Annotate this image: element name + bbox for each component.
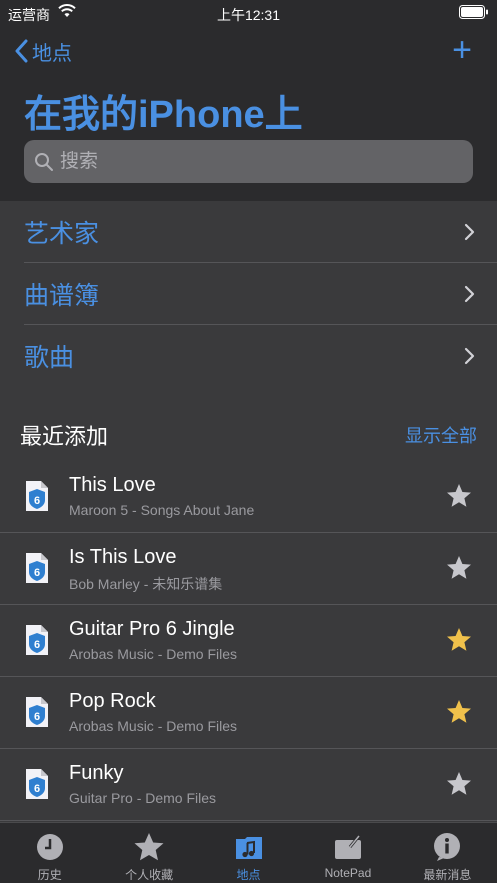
tab-label: 地点 <box>236 868 261 882</box>
search-icon <box>35 152 53 171</box>
chevron-right-icon <box>464 347 475 365</box>
page-title: 在我的iPhone上 <box>24 94 303 136</box>
song-row[interactable]: 6 Is This Love Bob Marley - 未知乐谱集 <box>0 533 497 605</box>
battery-icon <box>459 5 489 22</box>
chevron-right-icon <box>464 223 475 241</box>
guitar-pro-file-icon: 6 <box>26 697 48 727</box>
category-list: 艺术家 曲谱簿 歌曲 <box>0 201 497 387</box>
song-subtitle: Maroon 5 - Songs About Jane <box>69 502 255 518</box>
svg-text:6: 6 <box>34 567 40 579</box>
star-icon <box>134 833 164 861</box>
song-row[interactable]: 6 Pop Rock Arobas Music - Demo Files <box>0 677 497 749</box>
music-folder-icon <box>235 837 262 859</box>
tab-locations[interactable]: 地点 <box>199 823 298 883</box>
header: 运营商 上午12:31 地点 + 在我的iPhone上 <box>0 0 497 201</box>
chevron-left-icon <box>15 39 28 63</box>
guitar-pro-file-icon: 6 <box>26 625 48 655</box>
star-filled-icon[interactable] <box>446 627 472 653</box>
svg-text:6: 6 <box>34 639 40 651</box>
tab-label: 个人收藏 <box>125 868 174 882</box>
clock-icon <box>36 834 63 860</box>
song-title: This Love <box>69 474 156 496</box>
tab-favorites[interactable]: 个人收藏 <box>99 823 198 883</box>
info-icon <box>434 833 461 861</box>
guitar-pro-file-icon: 6 <box>26 481 48 511</box>
star-icon[interactable] <box>446 483 472 509</box>
back-button[interactable]: 地点 <box>14 36 72 66</box>
chevron-right-icon <box>464 285 475 303</box>
category-label: 歌曲 <box>24 344 75 372</box>
song-title: Guitar Pro 6 Jingle <box>69 618 235 640</box>
svg-text:6: 6 <box>34 783 40 795</box>
add-button[interactable]: + <box>447 33 477 67</box>
star-icon[interactable] <box>446 771 472 797</box>
tab-label: 最新消息 <box>423 868 472 882</box>
song-subtitle: Guitar Pro - Demo Files <box>69 790 217 806</box>
tab-notepad[interactable]: NotePad <box>298 823 397 883</box>
back-label: 地点 <box>32 42 72 65</box>
svg-text:6: 6 <box>34 495 40 507</box>
search-bar[interactable] <box>24 140 473 183</box>
song-row[interactable]: 6 Guitar Pro 6 Jingle Arobas Music - Demo … <box>0 605 497 677</box>
song-title: Pop Rock <box>69 690 156 712</box>
svg-text:6: 6 <box>34 711 40 723</box>
section-title: 最近添加 <box>20 424 109 449</box>
tab-bar: 历史 个人收藏 地点 NotePad 最新消息 <box>0 822 497 883</box>
category-label: 艺术家 <box>24 219 100 248</box>
show-all-button[interactable]: 显示全部 <box>405 422 477 448</box>
guitar-pro-file-icon: 6 <box>26 553 48 583</box>
song-subtitle: Arobas Music - Demo Files <box>69 646 238 662</box>
tab-label: NotePad <box>324 866 372 880</box>
notepad-icon <box>334 835 361 859</box>
recent-song-list: 6 This Love Maroon 5 - Songs About Jane 6 Is… <box>0 461 497 821</box>
song-title: Funky <box>69 762 124 784</box>
song-row[interactable]: 6 Funky Guitar Pro - Demo Files <box>0 749 497 821</box>
star-icon[interactable] <box>446 555 472 581</box>
guitar-pro-file-icon: 6 <box>26 769 48 799</box>
song-title: Is This Love <box>69 546 177 568</box>
song-subtitle: Arobas Music - Demo Files <box>69 718 238 734</box>
status-bar: 运营商 上午12:31 <box>0 0 497 26</box>
category-item-artists[interactable]: 艺术家 <box>24 201 497 263</box>
category-item-songs[interactable]: 歌曲 <box>24 325 497 387</box>
song-subtitle: Bob Marley - 未知乐谱集 <box>69 576 223 592</box>
category-item-songbooks[interactable]: 曲谱簿 <box>24 263 497 325</box>
song-row[interactable]: 6 This Love Maroon 5 - Songs About Jane <box>0 461 497 533</box>
category-label: 曲谱簿 <box>24 281 100 310</box>
search-input[interactable] <box>60 150 440 173</box>
star-filled-icon[interactable] <box>446 699 472 725</box>
status-time: 上午12:31 <box>216 7 281 23</box>
tab-news[interactable]: 最新消息 <box>398 823 497 883</box>
tab-history[interactable]: 历史 <box>0 823 99 883</box>
recent-section-header: 最近添加 显示全部 <box>0 415 497 451</box>
tab-label: 历史 <box>37 868 62 882</box>
